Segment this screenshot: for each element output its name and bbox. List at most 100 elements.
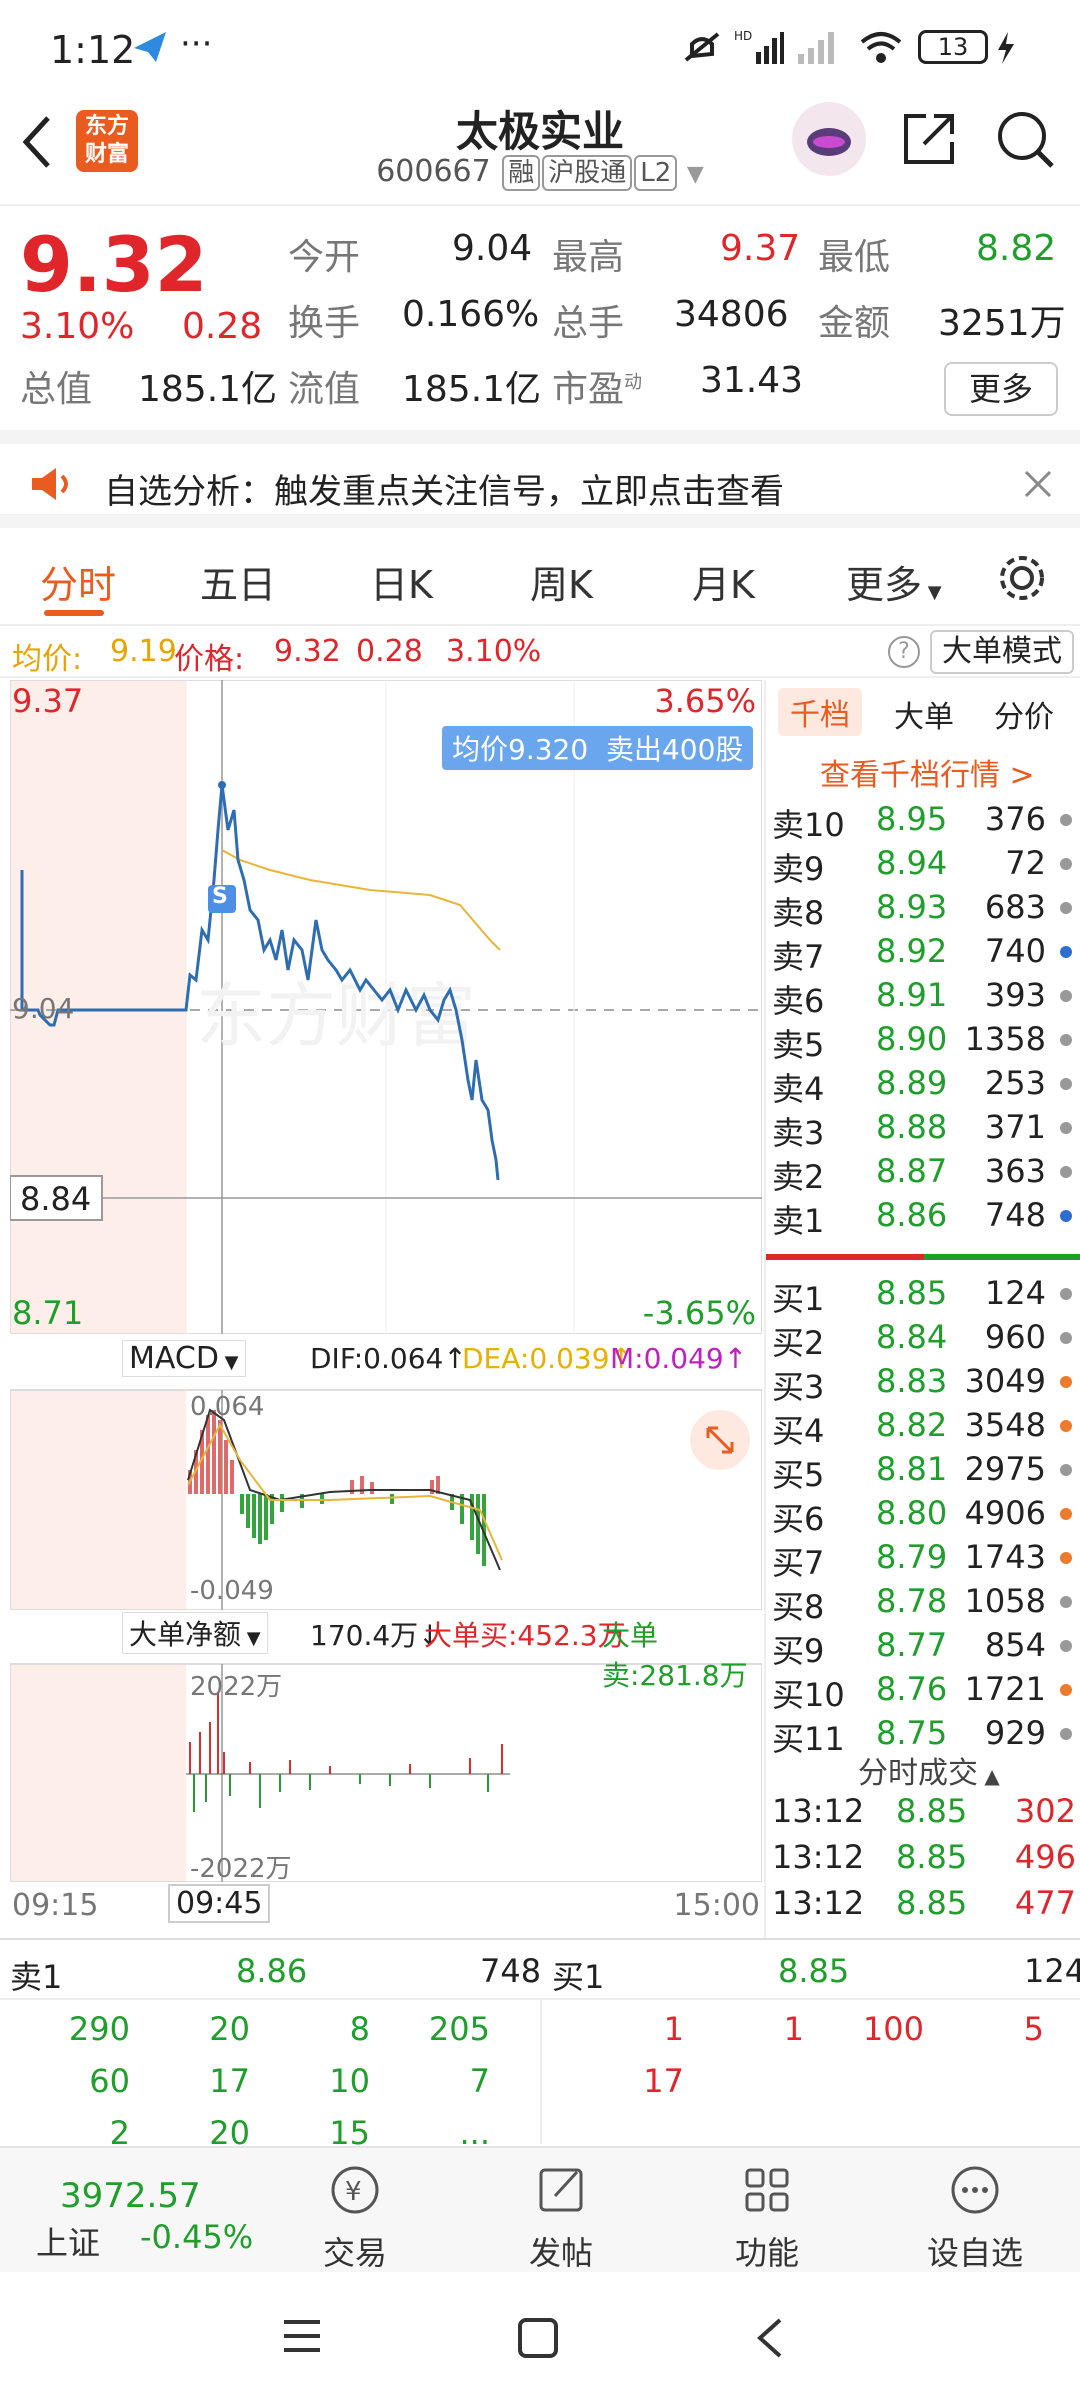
buy-level-row[interactable]: 买2 8.84 960 <box>766 1318 1080 1362</box>
buy-level-row[interactable]: 买1 8.85 124 <box>766 1274 1080 1318</box>
function-icon <box>745 2168 789 2212</box>
settings-icon[interactable] <box>996 552 1048 608</box>
close-icon[interactable] <box>1020 466 1056 506</box>
ob-divider <box>766 1254 1080 1260</box>
level-price: 8.79 <box>876 1538 948 1576</box>
trade-volume: 496 <box>1014 1838 1076 1876</box>
status-bar: 1:12 ··· HD 13 <box>0 0 1080 92</box>
assistant-avatar[interactable] <box>792 102 866 176</box>
chart-bottom-pct: -3.65% <box>642 1294 756 1332</box>
level-dot <box>1060 1728 1072 1740</box>
big-order-dropdown[interactable]: 大单净额 ▼ <box>122 1612 268 1654</box>
sell-level-row[interactable]: 卖10 8.95 376 <box>766 800 1080 844</box>
big-order-net: 170.4万↓ <box>310 1619 442 1652</box>
tab-five-day[interactable]: 五日 <box>200 554 276 609</box>
tab-intraday[interactable]: 分时 <box>40 554 116 609</box>
buy-level-row[interactable]: 买9 8.77 854 <box>766 1626 1080 1670</box>
stock-code: 600667 <box>376 154 491 189</box>
level-price: 8.76 <box>876 1670 948 1708</box>
price-value: 9.32 <box>274 634 341 669</box>
buy-level-row[interactable]: 买5 8.81 2975 <box>766 1450 1080 1494</box>
trades-title[interactable]: 分时成交 ▲ <box>858 1748 1000 1792</box>
sell-level-row[interactable]: 卖5 8.90 1358 <box>766 1020 1080 1064</box>
nav-back-icon[interactable] <box>752 2314 788 2366</box>
buy-level-row[interactable]: 买10 8.76 1721 <box>766 1670 1080 1714</box>
buy-level-row[interactable]: 买7 8.79 1743 <box>766 1538 1080 1582</box>
buy-level-row[interactable]: 买8 8.78 1058 <box>766 1582 1080 1626</box>
intraday-chart-svg[interactable]: 东方财富 <box>9 679 763 1335</box>
level-label: 卖3 <box>772 1114 825 1152</box>
big-order-top: 2022万 <box>190 1672 283 1702</box>
sell-level-row[interactable]: 卖3 8.88 371 <box>766 1108 1080 1152</box>
big-order-buy: 大单买:452.3万 <box>424 1619 626 1652</box>
level-dot <box>1060 1464 1072 1476</box>
volume-label: 总手 <box>552 303 625 344</box>
buy-level-row[interactable]: 买6 8.80 4906 <box>766 1494 1080 1538</box>
expand-icon[interactable] <box>690 1410 750 1470</box>
avg-label: 均价: <box>12 642 83 677</box>
queue-buy-cell: 100 <box>862 2010 924 2048</box>
macd-dea: DEA:0.039↑ <box>462 1342 633 1375</box>
notice-bar[interactable]: 自选分析：触发重点关注信号，立即点击查看 <box>0 430 1080 528</box>
sell-level-row[interactable]: 卖2 8.87 363 <box>766 1152 1080 1196</box>
tab-month-k[interactable]: 月K <box>692 554 755 609</box>
trades-caret-icon: ▲ <box>978 1764 1000 1788</box>
trade-row: 13:12 8.85 496 <box>766 1838 1080 1882</box>
sell-level-row[interactable]: 卖8 8.93 683 <box>766 888 1080 932</box>
macd-chart[interactable]: MACD ▼ DIF:0.064↑ DEA:0.039↑ M:0.049↑ 0.… <box>9 1340 763 1611</box>
dock-add-watchlist[interactable]: 设自选 <box>910 2160 1040 2274</box>
buy-level-row[interactable]: 买4 8.82 3548 <box>766 1406 1080 1450</box>
dropdown-icon[interactable]: ▼ <box>687 162 704 187</box>
app-notification-icon <box>132 30 168 64</box>
dock-trade-label: 交易 <box>322 2234 387 2272</box>
help-icon[interactable]: ? <box>888 636 920 668</box>
level-label: 买1 <box>772 1280 825 1318</box>
ob-link[interactable]: 查看千档行情 > <box>820 750 1035 794</box>
order-queue: 卖1 8.86 748 买1 8.85 124 290 20 8 205 60 17 10 7… <box>0 1938 1080 2152</box>
sell-marker[interactable]: S <box>212 884 228 909</box>
level-label: 卖7 <box>772 938 825 976</box>
buy-level-row[interactable]: 买3 8.83 3049 <box>766 1362 1080 1406</box>
sell-level-row[interactable]: 卖4 8.89 253 <box>766 1064 1080 1108</box>
big-order-chart[interactable]: 大单净额 ▼ 170.4万↓ 大单买:452.3万 大单卖:281.8万 202… <box>9 1612 763 1923</box>
index-value[interactable]: 3972.57 <box>60 2176 201 2216</box>
queue-sell-price: 8.86 <box>236 1952 308 1990</box>
sell-level-row[interactable]: 卖6 8.91 393 <box>766 976 1080 1020</box>
dock-function[interactable]: 功能 <box>702 2160 832 2274</box>
ob-tab-fenjia[interactable]: 分价 <box>994 692 1054 736</box>
queue-sell-cell: 60 <box>89 2062 130 2100</box>
price-label: 价格: <box>174 642 245 677</box>
ob-tab-qiandang[interactable]: 千档 <box>778 688 862 736</box>
level-price: 8.75 <box>876 1714 948 1752</box>
speaker-icon <box>28 464 78 508</box>
dock-trade[interactable]: ¥ 交易 <box>290 2160 420 2274</box>
sell-level-row[interactable]: 卖7 8.92 740 <box>766 932 1080 976</box>
tab-more[interactable]: 更多 ▼ <box>846 554 942 609</box>
ob-tab-big[interactable]: 大单 <box>894 692 954 736</box>
level-price: 8.95 <box>876 800 948 838</box>
share-icon[interactable] <box>900 108 960 172</box>
dock-post[interactable]: 发帖 <box>496 2160 626 2274</box>
level-label: 买8 <box>772 1588 825 1626</box>
change-value: 0.28 <box>356 634 423 669</box>
menu-icon[interactable] <box>280 2316 324 2360</box>
level-volume: 376 <box>984 800 1046 838</box>
dock-post-label: 发帖 <box>528 2234 593 2272</box>
macd-dropdown[interactable]: MACD ▼ <box>122 1340 246 1377</box>
search-icon[interactable] <box>994 108 1058 176</box>
tab-day-k[interactable]: 日K <box>370 554 433 609</box>
tab-week-k[interactable]: 周K <box>530 554 593 609</box>
big-order-mode-button[interactable]: 大单模式 <box>930 630 1074 674</box>
turnover-value: 0.166% <box>402 294 540 335</box>
level-volume: 72 <box>1005 844 1046 882</box>
level-price: 8.86 <box>876 1196 948 1234</box>
home-icon[interactable] <box>516 2316 560 2364</box>
level-volume: 748 <box>984 1196 1046 1234</box>
sell-level-row[interactable]: 卖1 8.86 748 <box>766 1196 1080 1240</box>
level-volume: 1721 <box>964 1670 1046 1708</box>
level-dot <box>1060 1552 1072 1564</box>
intraday-chart[interactable]: 东方财富 9.37 3.65% 8.71 -3.65% 9.04 8.84 均价… <box>9 679 763 1335</box>
more-button[interactable]: 更多 <box>944 362 1058 416</box>
trade-price: 8.85 <box>896 1884 968 1922</box>
sell-level-row[interactable]: 卖9 8.94 72 <box>766 844 1080 888</box>
